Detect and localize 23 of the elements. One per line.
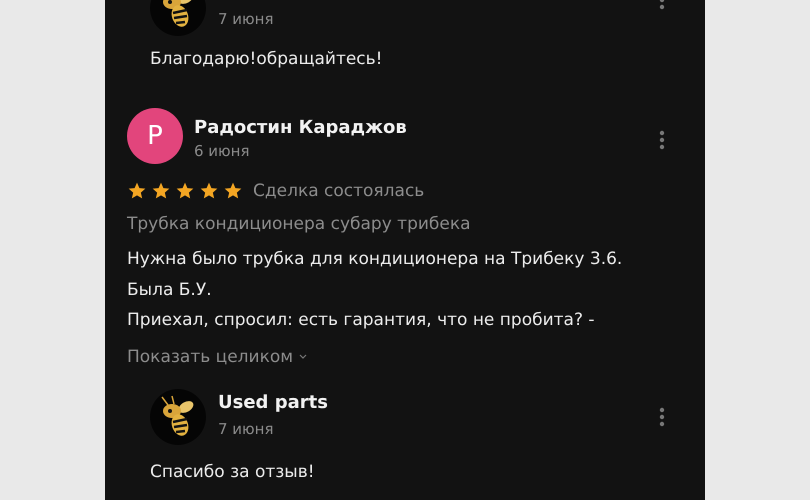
more-options-icon[interactable] <box>659 406 665 426</box>
reply-date: 7 июня <box>218 9 274 30</box>
star-icon <box>127 181 147 201</box>
reply-text: Спасибо за отзыв! <box>150 460 315 482</box>
show-full-link[interactable]: Показать целиком <box>127 344 308 368</box>
star-icon <box>199 181 219 201</box>
star-icon <box>175 181 195 201</box>
review-text: Была Б.У. <box>127 278 212 302</box>
review-text: Приехал, спросил: есть гарантия, что не пробита? - <box>127 309 595 332</box>
reply-author: Used parts <box>218 390 328 414</box>
review-date: 6 июня <box>194 141 250 162</box>
star-icon <box>151 181 171 201</box>
deal-status: Сделка состоялась <box>253 181 424 201</box>
reply-text: Благодарю!обращайтесь! <box>150 48 382 70</box>
more-options-icon[interactable] <box>659 130 665 150</box>
author-avatar: Р <box>127 108 183 164</box>
chevron-down-icon <box>299 354 308 360</box>
item-title: Трубка кондиционера субару трибека <box>127 213 471 236</box>
review-text: Нужна было трубка для кондиционера на Трибеку 3.6. <box>127 248 622 271</box>
reply-date: 7 июня <box>218 418 274 440</box>
author-name: Радостин Караджов <box>194 116 407 140</box>
star-icon <box>223 181 243 201</box>
bee-avatar-icon <box>150 388 206 444</box>
